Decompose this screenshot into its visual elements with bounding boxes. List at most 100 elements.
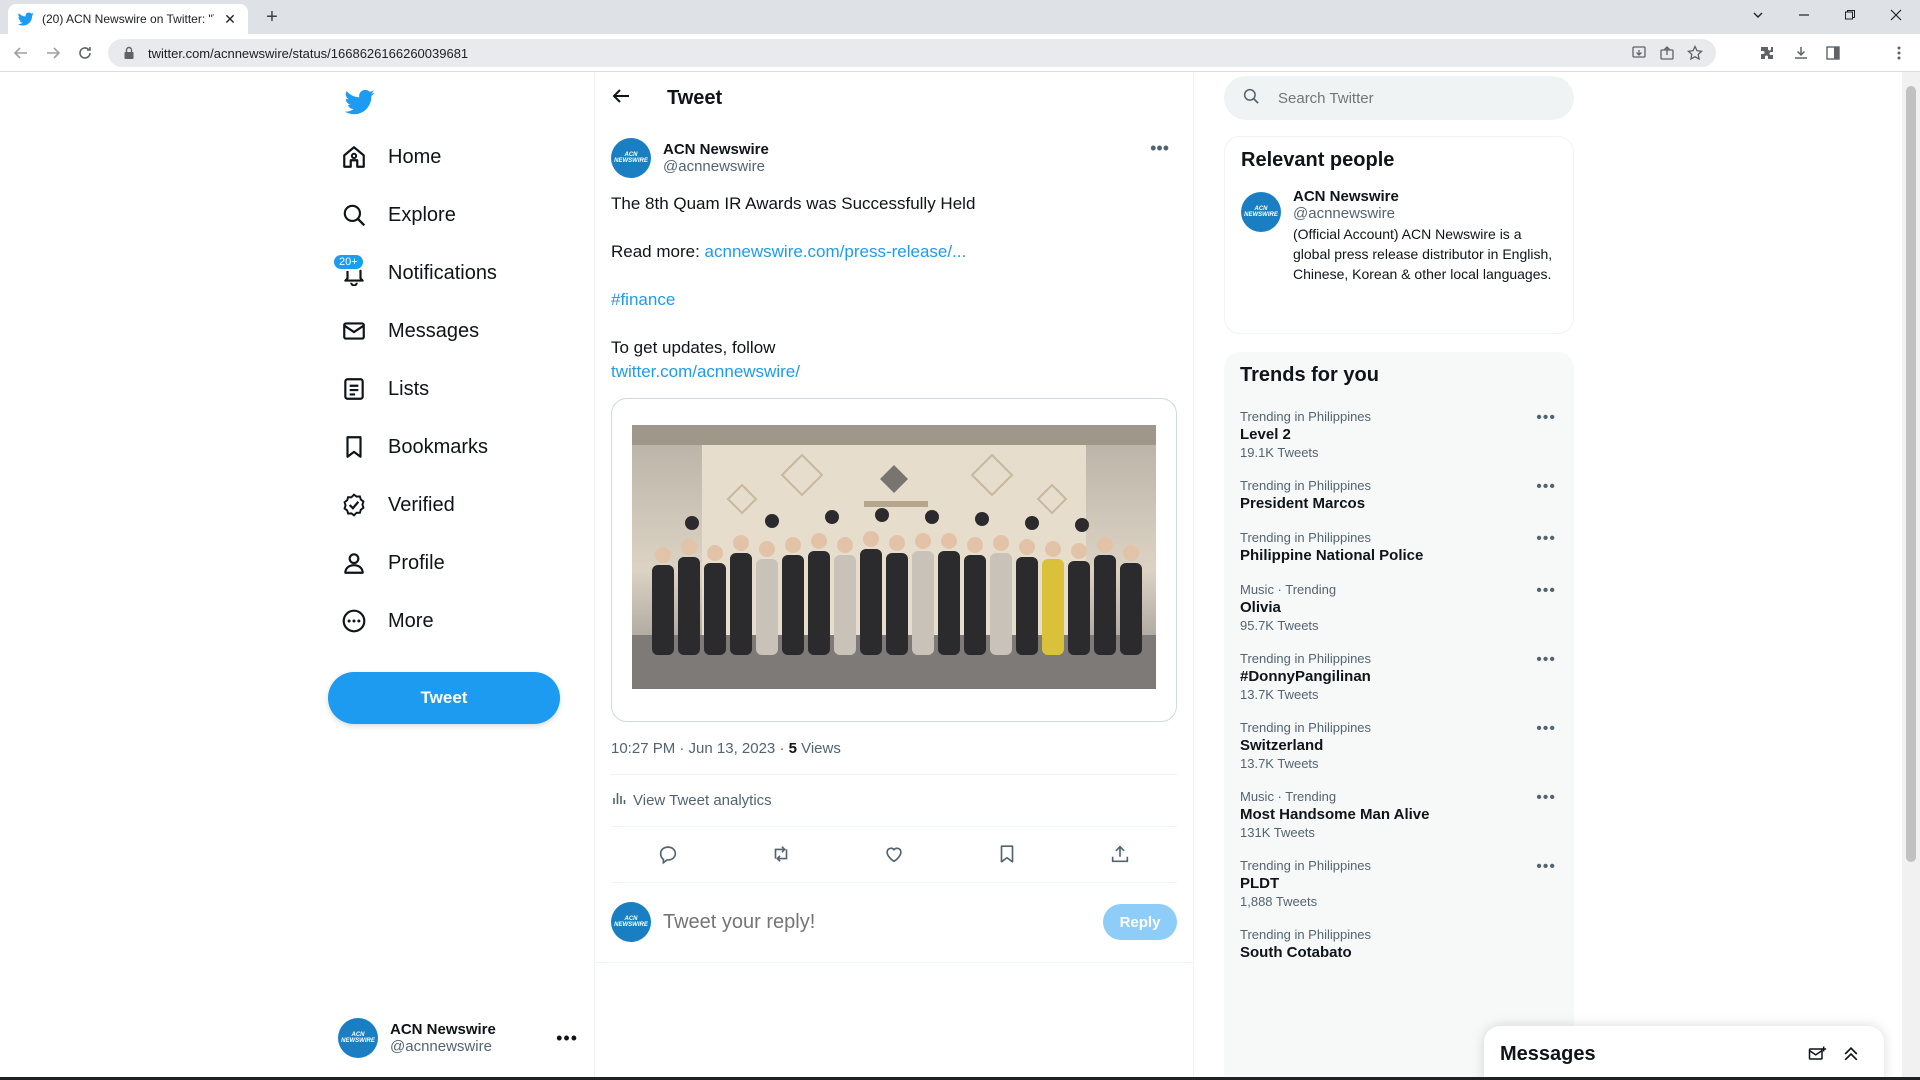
reply-icon[interactable] [651, 837, 685, 871]
more-dots-icon[interactable]: ••• [1536, 858, 1556, 876]
search-box[interactable] [1224, 76, 1574, 120]
author-handle[interactable]: @acnnewswire [663, 158, 769, 175]
forward-arrow-icon[interactable] [40, 40, 66, 66]
more-dots-icon[interactable]: ••• [1536, 409, 1556, 427]
trend-name: Philippine National Police [1240, 547, 1424, 564]
lock-icon[interactable] [120, 44, 138, 62]
search-input[interactable] [1278, 89, 1538, 107]
nav-profile[interactable]: Profile [340, 538, 445, 588]
trend-item[interactable]: Trending in Philippines President Marcos… [1224, 468, 1574, 520]
relevant-person[interactable]: ACN NEWSWIRE ACN Newswire @acnnewswire (… [1225, 184, 1573, 296]
nav-home[interactable]: Home [340, 132, 441, 182]
compose-tweet-button[interactable]: Tweet [328, 672, 560, 724]
nav-verified[interactable]: Verified [340, 480, 455, 530]
more-dots-icon[interactable]: ••• [1536, 789, 1556, 807]
nav-lists[interactable]: Lists [340, 364, 429, 414]
address-bar[interactable]: twitter.com/acnnewswire/status/166862616… [108, 39, 1716, 67]
read-more-link[interactable]: acnnewswire.com/press-release/... [705, 242, 967, 261]
close-tab-icon[interactable]: ✕ [222, 11, 238, 28]
trend-name: Olivia [1240, 599, 1281, 616]
trend-item[interactable]: Trending in Philippines South Cotabato [1224, 917, 1574, 969]
trend-item[interactable]: Trending in Philippines #DonnyPangilinan… [1224, 641, 1574, 710]
avatar: ACN NEWSWIRE [338, 1018, 378, 1058]
tab-search-icon[interactable] [1738, 0, 1778, 30]
new-message-icon[interactable] [1800, 1037, 1834, 1071]
trend-name: Level 2 [1240, 426, 1291, 443]
minimize-icon[interactable] [1784, 0, 1824, 30]
share-upload-icon[interactable] [1103, 837, 1137, 871]
view-analytics-link[interactable]: View Tweet analytics [611, 790, 772, 810]
back-arrow-icon[interactable] [611, 86, 631, 112]
reload-icon[interactable] [72, 40, 98, 66]
tweet-media-card[interactable] [611, 398, 1177, 722]
reply-input[interactable] [663, 910, 1091, 934]
author-name[interactable]: ACN Newswire [663, 141, 769, 158]
nav-label: Profile [388, 551, 445, 574]
url-text[interactable]: twitter.com/acnnewswire/status/166862616… [148, 46, 1620, 61]
more-dots-icon[interactable]: ••• [1150, 138, 1169, 159]
trend-item[interactable]: Trending in Philippines PLDT 1,888 Tweet… [1224, 848, 1574, 917]
account-switcher[interactable]: ACN NEWSWIRE ACN Newswire @acnnewswire •… [338, 1010, 578, 1066]
share-icon[interactable] [1658, 44, 1676, 62]
reply-button[interactable]: Reply [1103, 904, 1177, 940]
trend-item[interactable]: Music · Trending Most Handsome Man Alive… [1224, 779, 1574, 848]
bookmark-icon[interactable] [990, 837, 1024, 871]
person-handle[interactable]: @acnnewswire [1293, 205, 1557, 222]
page-scrollbar[interactable] [1902, 72, 1920, 1078]
person-bio: (Official Account) ACN Newswire is a glo… [1293, 226, 1553, 282]
trend-item[interactable]: Music · Trending Olivia 95.7K Tweets ••• [1224, 572, 1574, 641]
trend-item[interactable]: Trending in Philippines Level 2 19.1K Tw… [1224, 399, 1574, 468]
trend-item[interactable]: Trending in Philippines Switzerland 13.7… [1224, 710, 1574, 779]
window-close-icon[interactable] [1876, 0, 1916, 30]
awards-group-photo[interactable] [632, 425, 1156, 689]
browser-tab[interactable]: (20) ACN Newswire on Twitter: "T ✕ [8, 4, 248, 34]
tweet-actions [611, 828, 1177, 880]
more-dots-icon[interactable]: ••• [1536, 651, 1556, 669]
nav-more[interactable]: More [340, 596, 434, 646]
more-dots-icon[interactable]: ••• [1536, 478, 1556, 496]
follow-link[interactable]: twitter.com/acnnewswire/ [611, 360, 1177, 384]
analytics-bar-icon [611, 790, 627, 810]
relevant-people-panel: Relevant people ACN NEWSWIRE ACN Newswir… [1224, 136, 1574, 334]
twitter-logo-icon[interactable] [340, 82, 380, 122]
retweet-icon[interactable] [764, 837, 798, 871]
more-circle-icon [340, 607, 368, 635]
back-arrow-icon[interactable] [8, 40, 34, 66]
install-app-icon[interactable] [1630, 44, 1648, 62]
analytics-label[interactable]: View Tweet analytics [633, 792, 772, 809]
more-dots-icon[interactable]: ••• [556, 1028, 578, 1049]
side-panel-icon[interactable] [1822, 42, 1844, 64]
timestamp-text[interactable]: 10:27 PM · Jun 13, 2023 · [611, 740, 789, 757]
restore-icon[interactable] [1830, 0, 1870, 30]
nav-label: Lists [388, 377, 430, 400]
trend-name: Most Handsome Man Alive [1240, 806, 1430, 823]
nav-bookmarks[interactable]: Bookmarks [340, 422, 488, 472]
messages-drawer[interactable]: Messages [1484, 1026, 1884, 1078]
trend-name: PLDT [1240, 875, 1280, 892]
more-dots-icon[interactable]: ••• [1536, 720, 1556, 738]
like-heart-icon[interactable] [877, 837, 911, 871]
nav-explore[interactable]: Explore [340, 190, 456, 240]
avatar[interactable]: ACN NEWSWIRE [1241, 192, 1281, 232]
person-name[interactable]: ACN Newswire [1293, 188, 1557, 205]
more-dots-icon[interactable]: ••• [1536, 530, 1556, 548]
nav-messages[interactable]: Messages [340, 306, 479, 356]
trend-item[interactable]: Trending in Philippines Philippine Natio… [1224, 520, 1574, 572]
extensions-puzzle-icon[interactable] [1756, 42, 1778, 64]
star-bookmark-icon[interactable] [1686, 44, 1704, 62]
tweet-author[interactable]: ACN NEWSWIRE ACN Newswire @acnnewswire •… [611, 134, 1177, 182]
expand-chevron-icon[interactable] [1834, 1037, 1868, 1071]
follow-text: To get updates, follow [611, 338, 776, 357]
new-tab-button[interactable]: + [260, 6, 284, 30]
account-handle: @acnnewswire [390, 1038, 492, 1055]
more-dots-icon[interactable]: ••• [1536, 582, 1556, 600]
download-icon[interactable] [1790, 42, 1812, 64]
hashtag-link[interactable]: #finance [611, 290, 675, 309]
trend-name: South Cotabato [1240, 944, 1352, 961]
nav-notifications[interactable]: 20+ Notifications [332, 248, 497, 298]
avatar[interactable]: ACN NEWSWIRE [611, 138, 651, 178]
browser-menu-icon[interactable] [1888, 42, 1910, 64]
person-icon [340, 549, 368, 577]
trend-count: 13.7K Tweets [1240, 756, 1319, 771]
scrollbar-thumb[interactable] [1906, 86, 1916, 862]
